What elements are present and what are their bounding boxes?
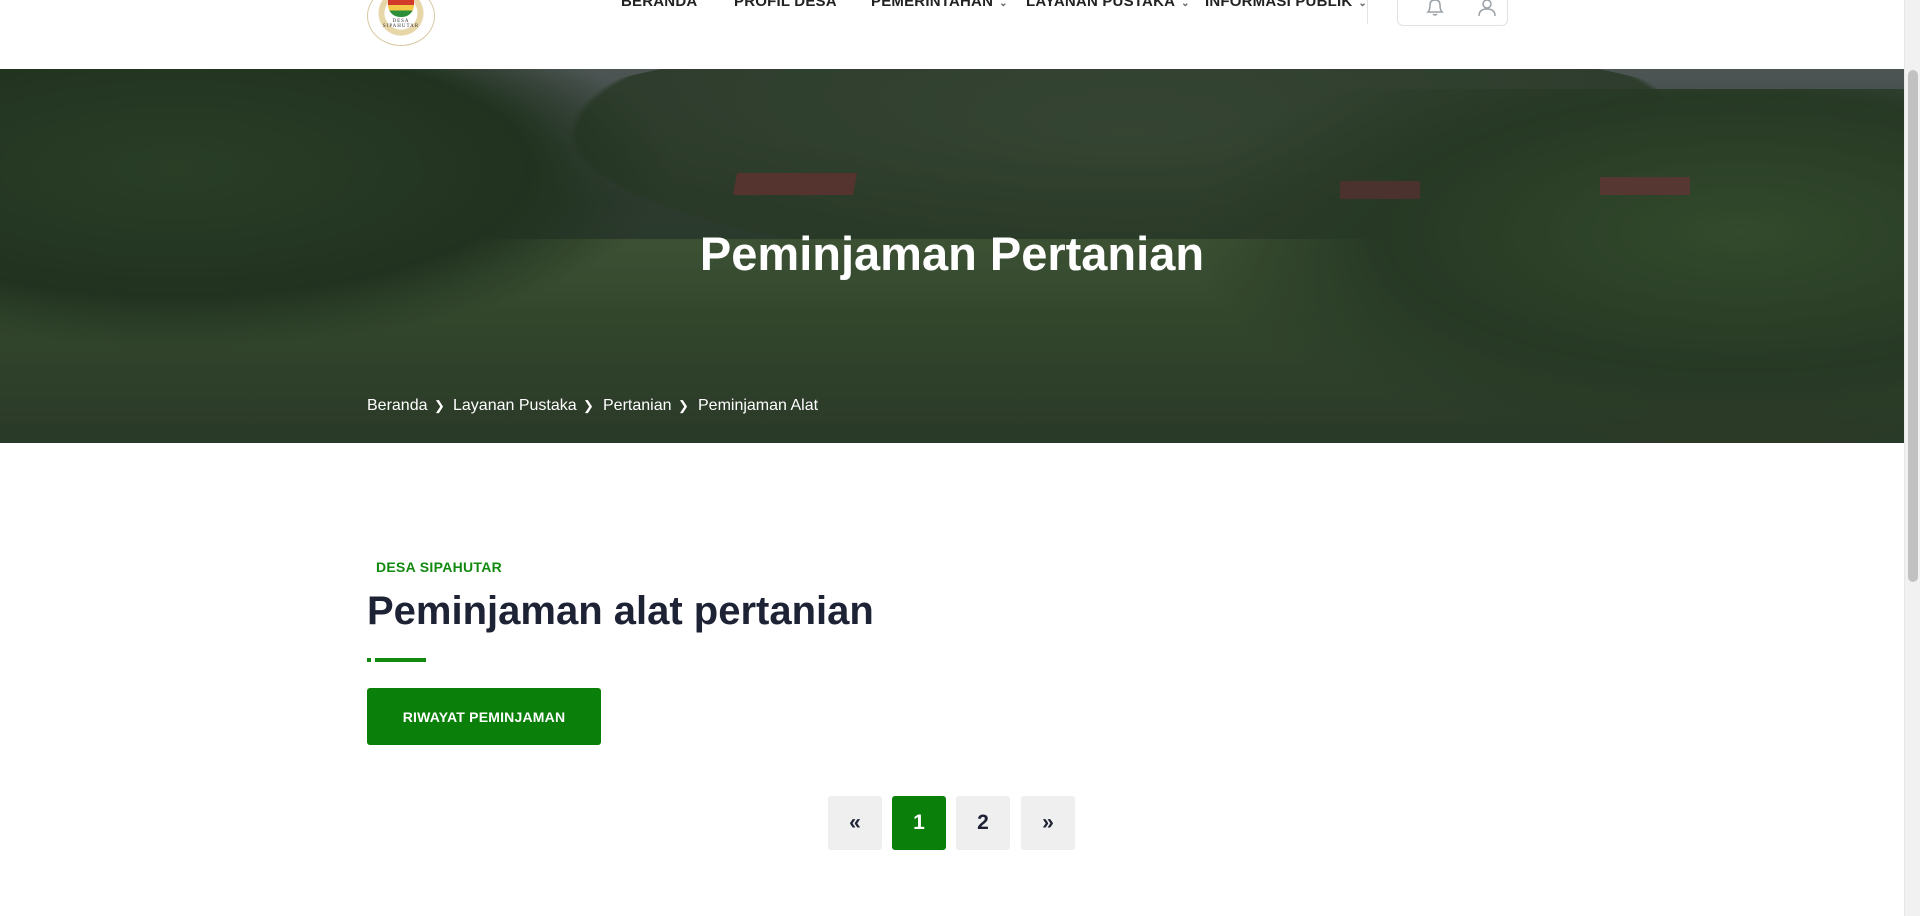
nav-divider <box>1367 0 1368 24</box>
underline-bar <box>375 658 426 662</box>
nav-profil-desa[interactable]: PROFIL DESA <box>734 0 837 10</box>
nav-beranda[interactable]: BERANDA <box>621 0 697 10</box>
nav-layanan-pustaka[interactable]: LAYANAN PUSTAKA ⌄ <box>1026 0 1190 10</box>
pagination-prev-button[interactable]: « <box>828 796 882 850</box>
pagination-page-2[interactable]: 2 <box>956 796 1010 850</box>
user-icon[interactable] <box>1476 0 1498 17</box>
logo-emblem-icon <box>388 0 414 17</box>
section-eyebrow: DESA SIPAHUTAR <box>376 559 503 575</box>
logo-text: DESA SIPAHUTAR <box>382 19 420 29</box>
pagination-page-1[interactable]: 1 <box>892 796 946 850</box>
pagination-next-button[interactable]: » <box>1021 796 1075 850</box>
breadcrumb-current: Peminjaman Alat <box>698 397 819 414</box>
breadcrumb-pertanian[interactable]: Pertanian <box>603 397 672 415</box>
history-button[interactable]: RIWAYAT PEMINJAMAN <box>367 688 601 745</box>
header-actions <box>1397 0 1508 26</box>
chevron-down-icon: ⌄ <box>999 0 1008 9</box>
site-header: DESA SIPAHUTAR BERANDA PROFIL DESA PEMER… <box>0 0 1904 69</box>
chevron-down-icon: ⌄ <box>1181 0 1190 9</box>
chevron-right-icon: ❯ <box>583 398 594 413</box>
nav-informasi-publik[interactable]: INFORMASI PUBLIK ⌄ <box>1205 0 1367 10</box>
nav-layanan-pustaka-label: LAYANAN PUSTAKA <box>1026 0 1176 10</box>
chevron-right-icon: ❯ <box>678 398 689 413</box>
nav-pemerintahan[interactable]: PEMERINTAHAN ⌄ <box>871 0 1008 10</box>
village-logo[interactable]: DESA SIPAHUTAR <box>367 0 435 46</box>
hero-banner: Peminjaman Pertanian Beranda ❯ Layanan P… <box>0 69 1904 443</box>
scrollbar-thumb[interactable] <box>1908 70 1918 582</box>
underline-dot <box>367 658 371 662</box>
section-title: Peminjaman alat pertanian <box>367 589 874 633</box>
nav-pemerintahan-label: PEMERINTAHAN <box>871 0 994 10</box>
breadcrumb-layanan-pustaka[interactable]: Layanan Pustaka <box>453 397 577 415</box>
nav-profil-desa-label: PROFIL DESA <box>734 0 837 10</box>
chevron-right-icon: ❯ <box>434 398 445 413</box>
chevron-down-icon: ⌄ <box>1358 0 1367 9</box>
nav-beranda-label: BERANDA <box>621 0 698 10</box>
page-scrollbar[interactable] <box>1904 0 1920 916</box>
breadcrumb-beranda[interactable]: Beranda <box>367 397 428 415</box>
page-title: Peminjaman Pertanian <box>699 227 1205 280</box>
bell-icon[interactable] <box>1424 0 1446 17</box>
nav-informasi-publik-label: INFORMASI PUBLIK <box>1205 0 1353 10</box>
